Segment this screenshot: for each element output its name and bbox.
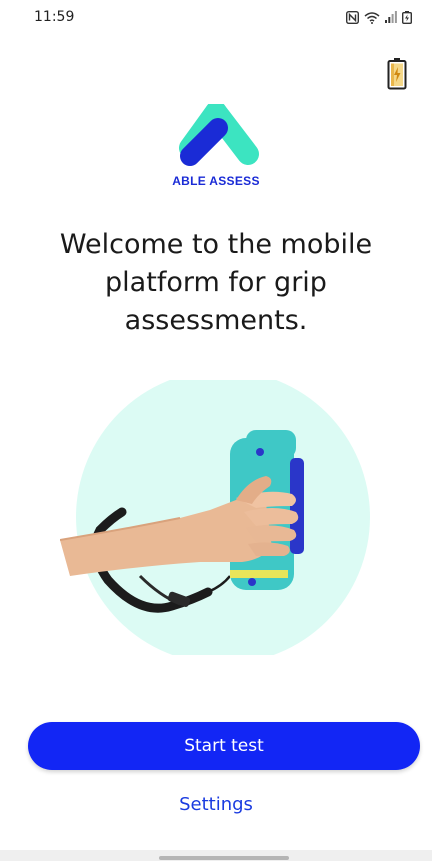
welcome-screen: 11:59 ABLE ASSESS Welcome to the mobile … [0,0,432,861]
able-assess-logo: ABLE ASSESS [0,104,432,188]
hand-dynamometer-icon [59,370,370,664]
device-battery-button[interactable] [386,56,408,92]
start-test-button[interactable]: Start test [28,722,420,770]
status-icons [346,10,412,24]
home-gesture-handle[interactable] [159,856,289,860]
wifi-icon [364,11,380,24]
settings-link[interactable]: Settings [0,794,432,815]
logo-mark-icon [179,104,259,166]
status-bar: 11:59 [0,0,432,34]
battery-icon [402,10,412,24]
status-time: 11:59 [34,9,75,25]
grip-illustration [59,370,390,664]
welcome-headline: Welcome to the mobile platform for grip … [59,229,373,336]
signal-icon [385,11,397,23]
logo-text: ABLE ASSESS [172,174,260,188]
nfc-icon [346,10,359,24]
battery-charging-device-icon [387,58,407,90]
